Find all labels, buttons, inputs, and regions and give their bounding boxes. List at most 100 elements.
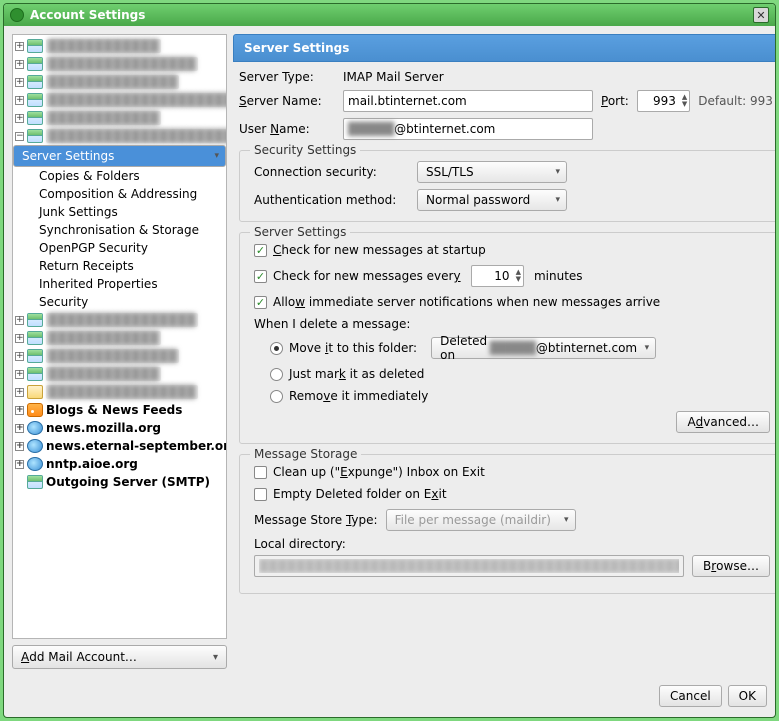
- auth-method-label: Authentication method:: [254, 193, 409, 207]
- radio-icon[interactable]: [270, 368, 283, 381]
- tree-account[interactable]: +██████████████: [13, 347, 226, 365]
- checkbox-icon[interactable]: [254, 296, 267, 309]
- tree-item-inherited[interactable]: Inherited Properties: [13, 275, 226, 293]
- tree-account[interactable]: +████████████████: [13, 383, 226, 401]
- expand-icon[interactable]: +: [15, 460, 24, 469]
- tree-blogs[interactable]: +Blogs & News Feeds: [13, 401, 226, 419]
- expand-icon[interactable]: +: [15, 442, 24, 451]
- close-icon[interactable]: ✕: [753, 7, 769, 23]
- store-type-label: Message Store Type:: [254, 513, 378, 527]
- tree-item-server-settings[interactable]: Server Settings: [13, 145, 226, 167]
- mail-icon: [27, 313, 43, 327]
- server-type-value: IMAP Mail Server: [343, 70, 444, 84]
- server-type-label: Server Type:: [239, 70, 335, 84]
- checkbox-icon[interactable]: [254, 488, 267, 501]
- tree-news-mozilla[interactable]: +news.mozilla.org: [13, 419, 226, 437]
- tree-nntp-aioe[interactable]: +nntp.aioe.org: [13, 455, 226, 473]
- username-input[interactable]: █████@btinternet.com: [343, 118, 593, 140]
- cancel-button[interactable]: Cancel: [659, 685, 722, 707]
- tree-account[interactable]: +████████████████: [13, 311, 226, 329]
- store-type-select: File per message (maildir): [386, 509, 576, 531]
- mail-icon: [27, 111, 43, 125]
- check-every-checkbox[interactable]: Check for new messages every ▲▼ minutes: [254, 265, 770, 287]
- radio-icon[interactable]: [270, 342, 283, 355]
- delete-folder-select[interactable]: Deleted on █████@btinternet.com: [431, 337, 656, 359]
- tree-item-openpgp[interactable]: OpenPGP Security: [13, 239, 226, 257]
- check-startup-checkbox[interactable]: Check for new messages at startup: [254, 243, 770, 257]
- expand-icon[interactable]: +: [15, 406, 24, 415]
- tree-item-composition[interactable]: Composition & Addressing: [13, 185, 226, 203]
- tree-item-sync[interactable]: Synchronisation & Storage: [13, 221, 226, 239]
- expand-icon[interactable]: +: [15, 96, 24, 105]
- app-icon: [10, 8, 24, 22]
- panel-header: Server Settings: [233, 34, 776, 62]
- expand-icon[interactable]: +: [15, 388, 24, 397]
- globe-icon: [27, 439, 43, 453]
- username-label: User Name:: [239, 122, 335, 136]
- browse-button[interactable]: Browse…: [692, 555, 770, 577]
- delete-remove-radio[interactable]: Remove it immediately: [254, 389, 770, 403]
- mail-icon: [27, 39, 43, 53]
- server-name-input[interactable]: [343, 90, 593, 112]
- titlebar[interactable]: Account Settings ✕: [4, 4, 775, 26]
- mail-icon: [27, 57, 43, 71]
- spin-down-icon[interactable]: ▼: [682, 101, 687, 108]
- expand-icon[interactable]: +: [15, 60, 24, 69]
- tree-account-expanded[interactable]: −████████████████████: [13, 127, 226, 145]
- localdir-label: Local directory:: [254, 537, 770, 551]
- expand-icon[interactable]: +: [15, 352, 24, 361]
- mail-icon: [27, 331, 43, 345]
- radio-icon[interactable]: [270, 390, 283, 403]
- delete-mark-radio[interactable]: Just mark it as deleted: [254, 367, 770, 381]
- mail-icon: [27, 129, 43, 143]
- spin-down-icon[interactable]: ▼: [516, 276, 521, 283]
- tree-account[interactable]: +████████████: [13, 37, 226, 55]
- port-label: Port:: [601, 94, 629, 108]
- tree-news-eternal[interactable]: +news.eternal-september.org: [13, 437, 226, 455]
- tree-item-copies[interactable]: Copies & Folders: [13, 167, 226, 185]
- mail-icon: [27, 367, 43, 381]
- expunge-checkbox[interactable]: Clean up ("Expunge") Inbox on Exit: [254, 465, 770, 479]
- account-tree[interactable]: +████████████ +████████████████ +███████…: [12, 34, 227, 639]
- localdir-input[interactable]: [254, 555, 684, 577]
- port-spinner[interactable]: ▲▼: [637, 90, 690, 112]
- ok-button[interactable]: OK: [728, 685, 767, 707]
- checkbox-icon[interactable]: [254, 244, 267, 257]
- tree-account[interactable]: +████████████: [13, 365, 226, 383]
- expand-icon[interactable]: +: [15, 78, 24, 87]
- tree-item-security[interactable]: Security: [13, 293, 226, 311]
- checkbox-icon[interactable]: [254, 466, 267, 479]
- expand-icon[interactable]: +: [15, 334, 24, 343]
- expand-icon[interactable]: +: [15, 316, 24, 325]
- window-title: Account Settings: [30, 8, 145, 22]
- empty-deleted-checkbox[interactable]: Empty Deleted folder on Exit: [254, 487, 770, 501]
- tree-account[interactable]: +████████████████: [13, 55, 226, 73]
- expand-icon[interactable]: +: [15, 114, 24, 123]
- checkbox-icon[interactable]: [254, 270, 267, 283]
- tree-account[interactable]: +████████████████████: [13, 91, 226, 109]
- tree-account[interactable]: +████████████: [13, 109, 226, 127]
- tree-account[interactable]: +██████████████: [13, 73, 226, 91]
- auth-method-select[interactable]: Normal password: [417, 189, 567, 211]
- expand-icon[interactable]: +: [15, 370, 24, 379]
- talk-icon: [27, 385, 43, 399]
- allow-notifications-checkbox[interactable]: Allow immediate server notifications whe…: [254, 295, 770, 309]
- rss-icon: [27, 403, 43, 417]
- delete-move-radio[interactable]: Move it to this folder: Deleted on █████…: [254, 337, 770, 359]
- add-mail-account-button[interactable]: Add Mail Account…: [12, 645, 227, 669]
- mail-icon: [27, 475, 43, 489]
- server-settings-group: Server Settings Check for new messages a…: [239, 232, 776, 444]
- tree-item-junk[interactable]: Junk Settings: [13, 203, 226, 221]
- globe-icon: [27, 421, 43, 435]
- delete-label: When I delete a message:: [254, 317, 770, 331]
- expand-icon[interactable]: +: [15, 424, 24, 433]
- expand-icon[interactable]: +: [15, 42, 24, 51]
- connection-security-select[interactable]: SSL/TLS: [417, 161, 567, 183]
- tree-account[interactable]: +████████████: [13, 329, 226, 347]
- tree-item-receipts[interactable]: Return Receipts: [13, 257, 226, 275]
- default-port: Default: 993: [698, 94, 773, 108]
- collapse-icon[interactable]: −: [15, 132, 24, 141]
- advanced-button[interactable]: Advanced…: [676, 411, 770, 433]
- minutes-spinner[interactable]: ▲▼: [471, 265, 524, 287]
- tree-outgoing-smtp[interactable]: Outgoing Server (SMTP): [13, 473, 226, 491]
